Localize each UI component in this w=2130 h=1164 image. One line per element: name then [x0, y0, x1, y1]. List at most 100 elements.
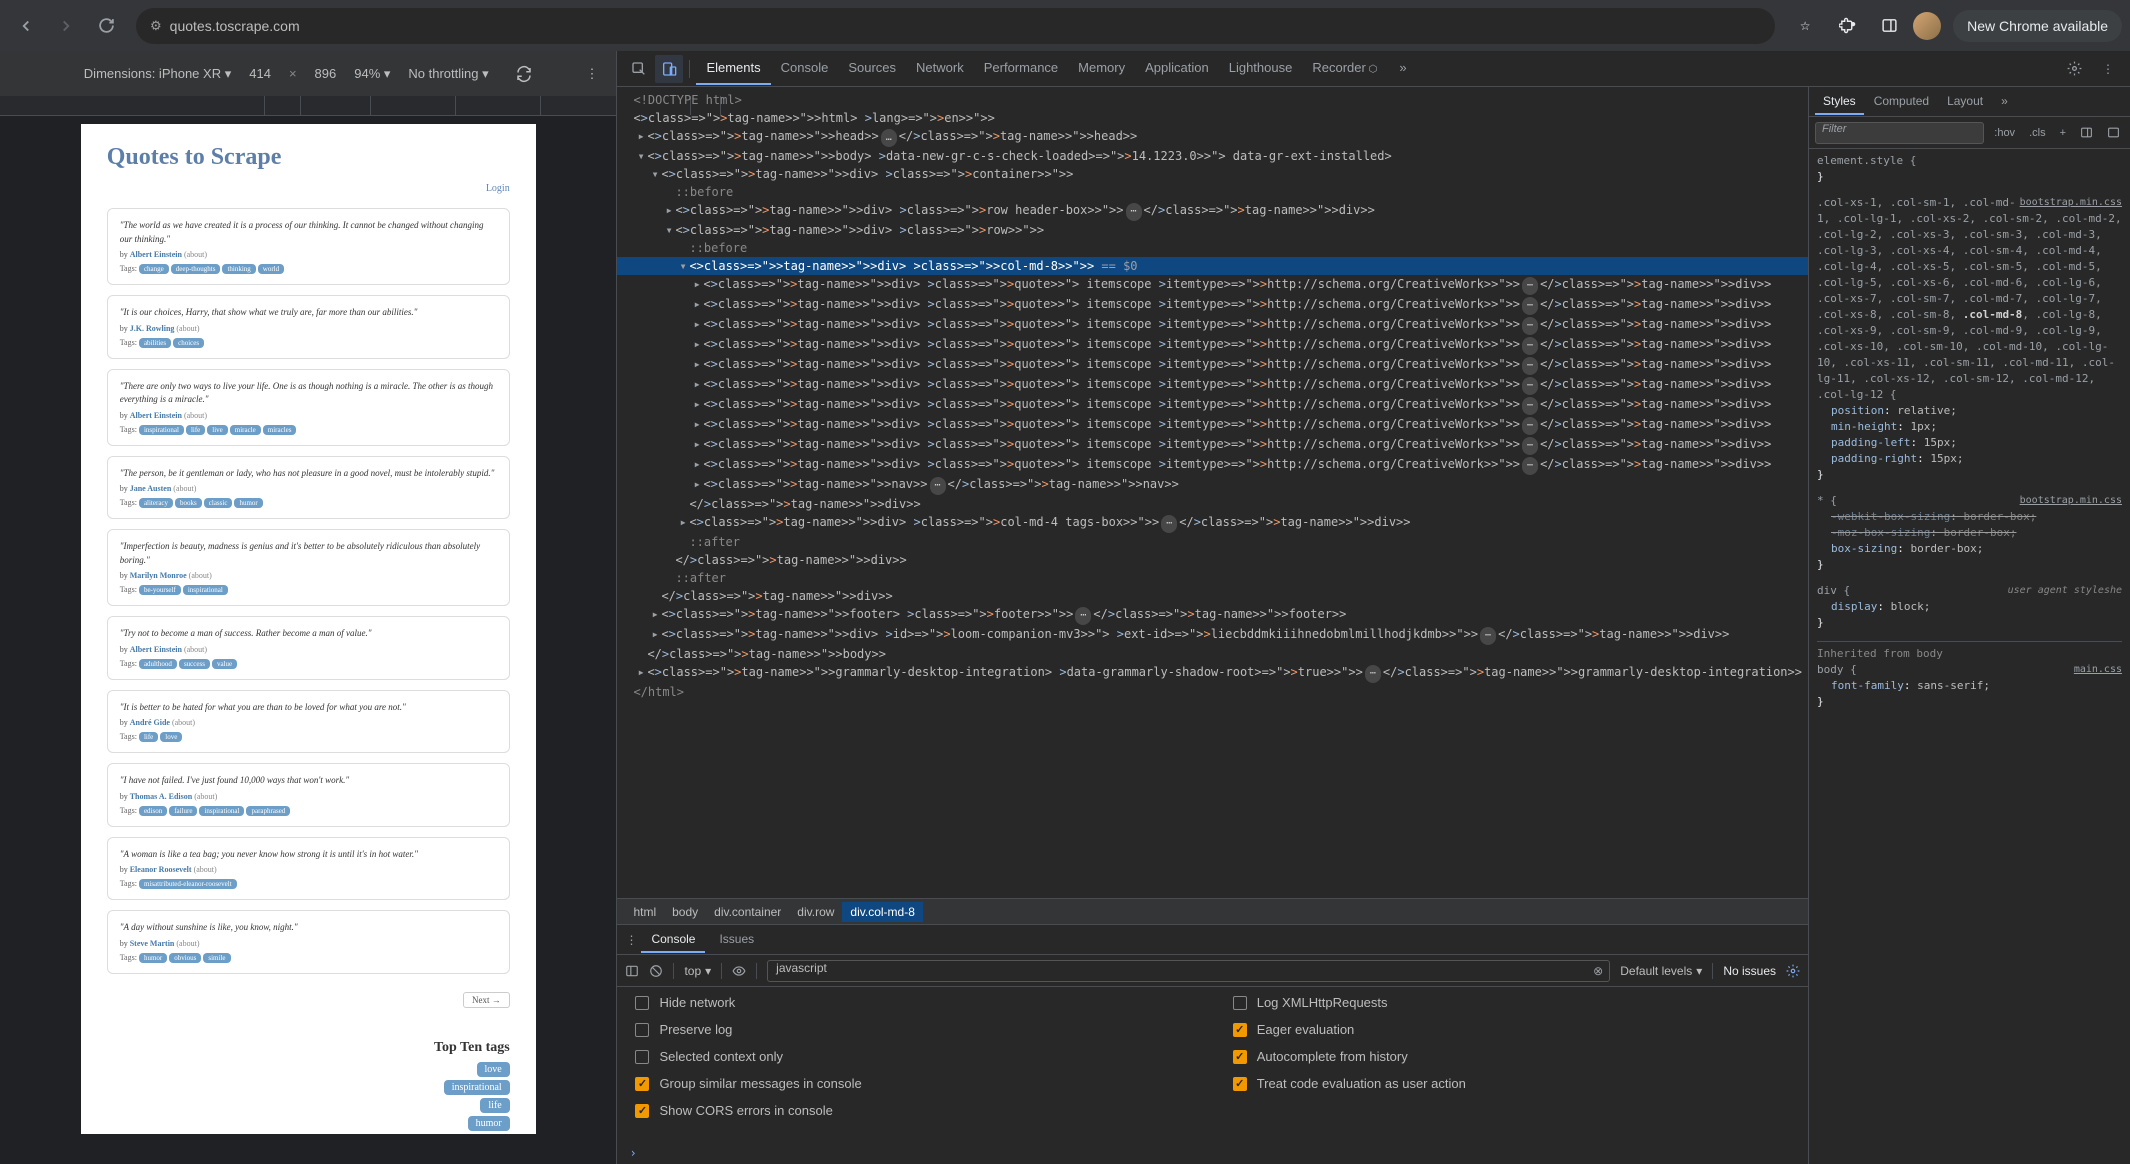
styles-filter[interactable]: Filter — [1815, 122, 1984, 144]
checkbox[interactable]: ✓ — [1233, 1077, 1247, 1091]
tab-recorder[interactable]: Recorder ⬡ — [1302, 52, 1387, 85]
console-setting[interactable]: ✓Show CORS errors in console — [635, 1103, 1192, 1118]
dom-node[interactable]: ▾<>class>=>">>tag-name>>">>div> >class>=… — [617, 257, 1808, 275]
context-selector[interactable]: top ▾ — [684, 964, 711, 978]
tag[interactable]: life — [186, 425, 205, 435]
top-tag[interactable]: books — [470, 1134, 510, 1135]
console-setting[interactable]: Log XMLHttpRequests — [1233, 995, 1790, 1010]
cls-button[interactable]: .cls — [2025, 125, 2050, 141]
tag[interactable]: inspirational — [199, 806, 244, 816]
tab-performance[interactable]: Performance — [974, 52, 1068, 85]
bookmark-icon[interactable]: ☆ — [1787, 8, 1823, 44]
breadcrumb-item[interactable]: div.row — [789, 902, 842, 922]
tag[interactable]: classic — [204, 498, 233, 508]
tag[interactable]: edison — [139, 806, 167, 816]
styles-panel-icon[interactable] — [2076, 124, 2097, 141]
tab-elements[interactable]: Elements — [696, 52, 770, 85]
checkbox[interactable] — [635, 1023, 649, 1037]
console-filter[interactable]: javascript ⊗ — [767, 960, 1610, 982]
login-link[interactable]: Login — [107, 183, 510, 194]
tab-memory[interactable]: Memory — [1068, 52, 1135, 85]
styles-tab-overflow[interactable]: » — [1993, 89, 2016, 115]
checkbox[interactable]: ✓ — [1233, 1050, 1247, 1064]
dom-node[interactable]: </>class>=>">>tag-name>>">>div>> — [617, 587, 1808, 605]
device-selector[interactable]: Dimensions: iPhone XR ▾ — [84, 66, 231, 82]
breadcrumb-item[interactable]: body — [664, 902, 706, 922]
dom-node[interactable]: ▸<>class>=>">>tag-name>>">>footer> >clas… — [617, 605, 1808, 625]
console-setting[interactable]: Selected context only — [635, 1049, 1192, 1064]
console-sidebar-icon[interactable] — [625, 964, 639, 978]
drawer-more-icon[interactable]: ⋮ — [625, 933, 637, 947]
drawer-tab-issues[interactable]: Issues — [709, 927, 764, 953]
tab-console[interactable]: Console — [771, 52, 839, 85]
tag[interactable]: miracles — [263, 425, 297, 435]
live-expression-icon[interactable] — [732, 964, 746, 978]
dom-node[interactable]: ▾<>class>=>">>tag-name>>">>body> >data-n… — [617, 147, 1808, 165]
dom-node[interactable]: ::after — [617, 533, 1808, 551]
dom-node[interactable]: ▸<>class>=>">>tag-name>>">>div> >class>=… — [617, 355, 1808, 375]
tag[interactable]: humor — [234, 498, 262, 508]
clear-filter-icon[interactable]: ⊗ — [1593, 964, 1603, 978]
site-settings-icon[interactable]: ⚙ — [150, 18, 162, 34]
rotate-icon[interactable] — [515, 65, 533, 83]
width-input[interactable]: 414 — [249, 66, 271, 81]
tag[interactable]: inspirational — [139, 425, 184, 435]
breadcrumb-item[interactable]: html — [625, 902, 664, 922]
back-button[interactable] — [8, 8, 44, 44]
console-prompt[interactable]: › — [617, 1142, 1808, 1164]
next-button[interactable]: Next → — [463, 992, 510, 1008]
tag[interactable]: aliteracy — [139, 498, 173, 508]
top-tag[interactable]: love — [477, 1062, 510, 1077]
tag[interactable]: adulthood — [139, 659, 177, 669]
styles-tab-layout[interactable]: Layout — [1939, 89, 1991, 115]
top-tag[interactable]: life — [480, 1098, 509, 1113]
hov-button[interactable]: :hov — [1990, 125, 2019, 141]
top-tag[interactable]: inspirational — [444, 1080, 510, 1095]
tab-sources[interactable]: Sources — [838, 52, 906, 85]
settings-icon[interactable] — [2060, 55, 2088, 83]
tab-lighthouse[interactable]: Lighthouse — [1219, 52, 1303, 85]
tag[interactable]: live — [207, 425, 228, 435]
console-setting[interactable]: ✓Eager evaluation — [1233, 1022, 1790, 1037]
dom-node[interactable]: </>class>=>">>tag-name>>">>body>> — [617, 645, 1808, 663]
dom-node[interactable]: <!DOCTYPE html> — [617, 91, 1808, 109]
tag[interactable]: choices — [173, 338, 204, 348]
levels-selector[interactable]: Default levels ▾ — [1620, 964, 1702, 978]
dom-node[interactable]: </>class>=>">>tag-name>>">>div>> — [617, 551, 1808, 569]
side-panel-icon[interactable] — [1871, 8, 1907, 44]
console-setting[interactable]: ✓Treat code evaluation as user action — [1233, 1076, 1790, 1091]
console-setting[interactable]: ✓Group similar messages in console — [635, 1076, 1192, 1091]
tag[interactable]: world — [258, 264, 284, 274]
dom-node[interactable]: </>class>=>">>tag-name>>">>div>> — [617, 495, 1808, 513]
dom-node[interactable]: ▸<>class>=>">>tag-name>>">>div> >class>=… — [617, 435, 1808, 455]
dom-node[interactable]: ▸<>class>=>">>tag-name>>">>div> >class>=… — [617, 415, 1808, 435]
dom-node[interactable]: ▾<>class>=>">>tag-name>>">>div> >class>=… — [617, 165, 1808, 183]
tag[interactable]: be-yourself — [139, 585, 181, 595]
tab-application[interactable]: Application — [1135, 52, 1219, 85]
tag[interactable]: miracle — [230, 425, 261, 435]
console-setting[interactable]: Preserve log — [635, 1022, 1192, 1037]
breadcrumb-item[interactable]: div.col-md-8 — [842, 902, 922, 922]
dom-node[interactable]: ▸<>class>=>">>tag-name>>">>div> >class>=… — [617, 275, 1808, 295]
dom-node[interactable]: ▸<>class>=>">>tag-name>>">>div> >class>=… — [617, 201, 1808, 221]
dom-node[interactable]: ::before — [617, 183, 1808, 201]
dom-node[interactable]: </html> — [617, 683, 1808, 701]
dom-node[interactable]: ::after — [617, 569, 1808, 587]
checkbox[interactable] — [635, 1050, 649, 1064]
tag[interactable]: humor — [139, 953, 167, 963]
tag[interactable]: deep-thoughts — [171, 264, 221, 274]
url-bar[interactable]: ⚙ quotes.toscrape.com — [136, 8, 1775, 44]
console-setting[interactable]: ✓Autocomplete from history — [1233, 1049, 1790, 1064]
new-chrome-button[interactable]: New Chrome available — [1953, 10, 2122, 42]
tag[interactable]: inspirational — [183, 585, 228, 595]
extensions-icon[interactable] — [1829, 8, 1865, 44]
tag[interactable]: thinking — [222, 264, 255, 274]
tag[interactable]: paraphrased — [246, 806, 290, 816]
dom-node[interactable]: <>class>=>">>tag-name>>">>html> >lang>=>… — [617, 109, 1808, 127]
dom-node[interactable]: ▸<>class>=>">>tag-name>>">>head>>…</>cla… — [617, 127, 1808, 147]
checkbox[interactable]: ✓ — [1233, 1023, 1247, 1037]
tab-network[interactable]: Network — [906, 52, 974, 85]
tab-overflow[interactable]: » — [1389, 52, 1416, 85]
tag[interactable]: books — [175, 498, 202, 508]
inspect-icon[interactable] — [625, 55, 653, 83]
